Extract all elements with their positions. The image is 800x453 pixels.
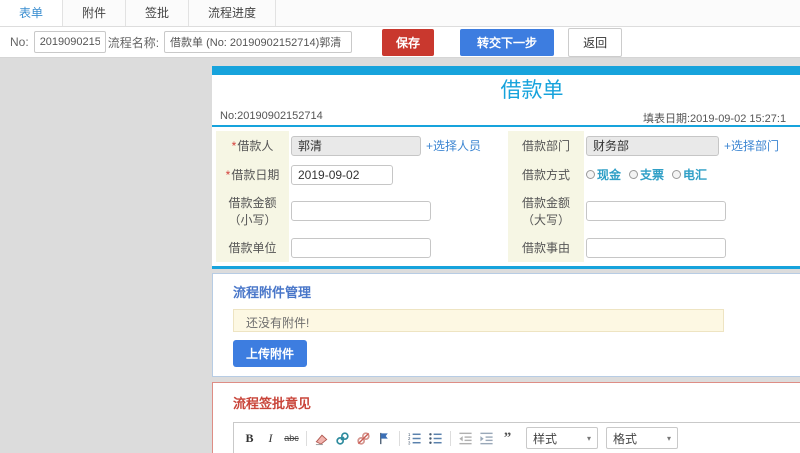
- rich-text-editor: B I abc 1 2 3 ” 样式 ▾ 格式 ▾: [233, 422, 800, 453]
- chevron-down-icon: ▾: [586, 433, 591, 443]
- outdent-icon: [459, 432, 472, 444]
- format-dropdown[interactable]: 格式 ▾: [606, 427, 678, 449]
- tab-attachment[interactable]: 附件: [63, 0, 127, 26]
- form-meta-row: No:20190902152714 填表日期:2019-09-02 15:27:…: [212, 105, 800, 127]
- amount-uppercase-label: 借款金额（大写）: [508, 189, 584, 233]
- format-dropdown-label: 格式: [613, 431, 638, 446]
- editor-toolbar: B I abc 1 2 3 ” 样式 ▾ 格式 ▾: [234, 423, 800, 453]
- borrower-label: *借款人: [216, 131, 289, 160]
- amount-lowercase-input[interactable]: [291, 201, 431, 221]
- method-cheque-option[interactable]: 支票: [629, 166, 664, 183]
- italic-button[interactable]: I: [260, 428, 281, 448]
- fill-date: 填表日期:2019-09-02 15:27:1: [643, 113, 787, 125]
- radio-icon[interactable]: [672, 170, 682, 179]
- approval-section-title: 流程签批意见: [233, 396, 312, 411]
- unlink-button[interactable]: [353, 428, 374, 448]
- attachment-card: 流程附件管理 还没有附件! 上传附件: [212, 273, 800, 377]
- tab-form[interactable]: 表单: [0, 0, 64, 26]
- amount-lowercase-field: [289, 189, 508, 233]
- radio-icon[interactable]: [629, 170, 639, 179]
- required-mark: *: [225, 168, 231, 182]
- toolbar-separator: [450, 430, 451, 446]
- numbered-list-icon: 123: [408, 431, 421, 445]
- indent-icon: [480, 432, 493, 444]
- borrower-field: +选择人员: [289, 131, 508, 160]
- loan-reason-label: 借款事由: [508, 233, 584, 262]
- required-mark: *: [231, 139, 237, 153]
- tab-progress[interactable]: 流程进度: [189, 0, 277, 26]
- eraser-icon: [315, 434, 328, 445]
- no-attachment-message: 还没有附件!: [233, 309, 724, 332]
- svg-text:3: 3: [408, 440, 411, 445]
- amount-uppercase-field: [584, 189, 800, 233]
- radio-icon[interactable]: [586, 170, 595, 179]
- ordered-list-button[interactable]: 123: [404, 428, 425, 448]
- loan-form-card: 借款单 No:20190902152714 填表日期:2019-09-02 15…: [212, 66, 800, 269]
- process-name-input[interactable]: [164, 31, 353, 53]
- chevron-down-icon: ▾: [666, 433, 671, 443]
- loan-unit-field: [289, 233, 508, 262]
- link-button[interactable]: [332, 428, 353, 448]
- process-name-label: 流程名称:: [107, 35, 160, 50]
- page-title: 借款单: [500, 79, 564, 102]
- loan-unit-input[interactable]: [291, 237, 431, 258]
- approval-card: 流程签批意见 B I abc 1 2 3 ” 样式 ▾ 格式 ▾: [212, 382, 800, 453]
- bold-button[interactable]: B: [239, 428, 260, 448]
- tab-approval[interactable]: 签批: [126, 0, 190, 26]
- styles-dropdown-label: 样式: [533, 431, 558, 446]
- save-button[interactable]: 保存: [382, 28, 435, 56]
- form-number: No:20190902152714: [220, 110, 323, 122]
- outdent-button[interactable]: [455, 428, 476, 448]
- upload-attachment-button[interactable]: 上传附件: [233, 340, 308, 367]
- flag-icon: [380, 432, 388, 444]
- select-person-link[interactable]: +选择人员: [426, 137, 481, 154]
- tab-bar: 表单 附件 签批 流程进度: [0, 0, 800, 27]
- form-bottom-accent-bar: [212, 266, 800, 269]
- back-button[interactable]: 返回: [568, 27, 623, 57]
- loan-method-field: 现金 支票 电汇: [584, 160, 800, 189]
- bullet-list-icon: [429, 432, 442, 444]
- department-input[interactable]: [586, 135, 719, 156]
- anchor-button[interactable]: [374, 428, 395, 448]
- loan-method-label: 借款方式: [508, 160, 584, 189]
- unlink-icon: [357, 431, 370, 445]
- work-area: 借款单 No:20190902152714 填表日期:2019-09-02 15…: [0, 58, 800, 453]
- header: 表单 附件 签批 流程进度 No: 流程名称: 保存 转交下一步 返回: [0, 0, 800, 58]
- styles-dropdown[interactable]: 样式 ▾: [526, 427, 598, 449]
- loan-date-input[interactable]: [291, 164, 393, 185]
- strikethrough-button[interactable]: abc: [281, 428, 302, 448]
- loan-date-label: *借款日期: [216, 160, 289, 189]
- amount-uppercase-input[interactable]: [586, 201, 726, 221]
- no-label: No:: [10, 35, 29, 49]
- form-top-accent-bar: [212, 66, 800, 75]
- loan-reason-field: [584, 233, 800, 262]
- department-field: +选择部门: [584, 131, 800, 160]
- attachment-section-title: 流程附件管理: [233, 285, 312, 300]
- method-wire-option[interactable]: 电汇: [672, 166, 707, 183]
- department-label: 借款部门: [508, 131, 584, 160]
- remove-format-button[interactable]: [311, 428, 332, 448]
- borrower-input[interactable]: [291, 135, 421, 156]
- bullet-list-button[interactable]: [425, 428, 446, 448]
- toolbar-separator: [306, 430, 307, 446]
- loan-form-table: *借款人 +选择人员 借款部门 +选择部门 *借款日期 借款方: [216, 131, 800, 262]
- blockquote-button[interactable]: ”: [497, 428, 518, 448]
- toolbar-separator: [399, 430, 400, 446]
- document-panel: 借款单 No:20190902152714 填表日期:2019-09-02 15…: [212, 66, 800, 453]
- no-input[interactable]: [33, 31, 106, 53]
- amount-lowercase-label: 借款金额（小写）: [216, 189, 289, 233]
- method-cash-option[interactable]: 现金: [586, 166, 621, 183]
- loan-date-field: [289, 160, 508, 189]
- action-toolbar: No: 流程名称: 保存 转交下一步 返回: [0, 27, 800, 58]
- loan-method-radios: 现金 支票 电汇: [586, 166, 707, 183]
- indent-button[interactable]: [476, 428, 497, 448]
- loan-unit-label: 借款单位: [216, 233, 289, 262]
- select-department-link[interactable]: +选择部门: [724, 137, 779, 154]
- loan-reason-input[interactable]: [586, 237, 726, 258]
- forward-next-step-button[interactable]: 转交下一步: [460, 28, 555, 56]
- link-icon: [336, 431, 349, 445]
